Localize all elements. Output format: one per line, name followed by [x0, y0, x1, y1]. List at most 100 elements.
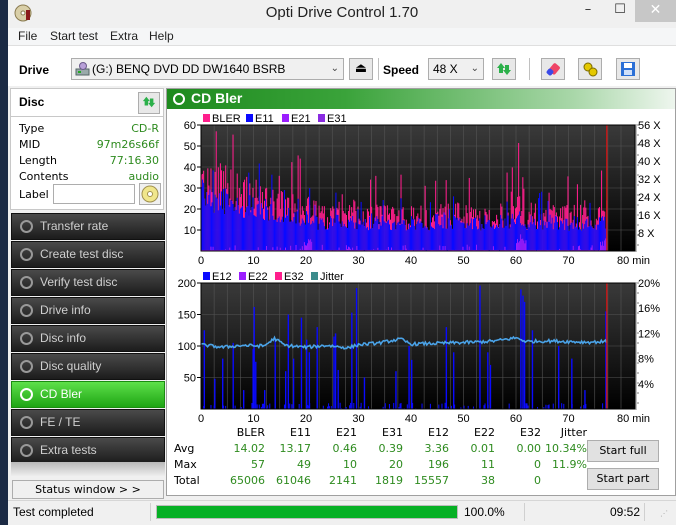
- menu-start-test[interactable]: Start test: [50, 29, 98, 43]
- bar-e12: [261, 403, 263, 409]
- status-window-button[interactable]: Status window > >: [12, 480, 164, 499]
- bar-e11: [566, 218, 568, 251]
- bar-e12: [523, 301, 526, 409]
- bar-e11: [388, 224, 390, 251]
- bar-e21: [295, 244, 297, 251]
- bar-e11: [597, 224, 599, 251]
- sidebar-item-extra-tests[interactable]: Extra tests: [11, 437, 165, 464]
- bar-e11: [279, 222, 281, 251]
- disc-label-input[interactable]: [53, 184, 135, 204]
- settings-button[interactable]: [578, 58, 602, 80]
- bar-e11: [448, 209, 450, 251]
- bar-e11: [257, 203, 259, 251]
- disc-refresh-button[interactable]: [138, 92, 160, 114]
- x-tick-label: 40: [405, 255, 417, 267]
- bar-e11: [469, 223, 471, 251]
- bar-e11: [539, 193, 541, 251]
- y2-tick-label: 48 X: [638, 138, 661, 150]
- sidebar-item-create-test-disc[interactable]: Create test disc: [11, 241, 165, 268]
- bar-e12: [441, 403, 443, 409]
- refresh-speed-button[interactable]: [492, 58, 516, 80]
- menu-file[interactable]: File: [18, 29, 37, 43]
- x-tick-label: 70: [562, 413, 574, 425]
- y-tick-label: 10: [184, 225, 196, 237]
- bar-e12: [584, 390, 586, 409]
- drive-select[interactable]: (G:) BENQ DVD DD DW1640 BSRB ⌄: [71, 58, 344, 80]
- bar-e11: [282, 221, 284, 251]
- sidebar-item-fe-te[interactable]: FE / TE: [11, 409, 165, 436]
- bar-e12: [298, 403, 300, 409]
- bar-e12: [395, 371, 397, 409]
- speed-select[interactable]: 48 X ⌄: [428, 58, 484, 80]
- stats-value: 196: [428, 458, 449, 471]
- bar-e11: [428, 230, 430, 251]
- bar-e21: [272, 247, 274, 251]
- bar-e11: [208, 194, 210, 251]
- bar-e11: [546, 227, 548, 251]
- y2-tick-label: 4%: [638, 379, 654, 391]
- bar-e11: [486, 222, 488, 251]
- bar-e11: [497, 226, 499, 251]
- bar-e11: [240, 207, 242, 251]
- bar-e21: [356, 245, 358, 251]
- legend-swatch: [203, 272, 210, 280]
- bar-e11: [542, 229, 544, 251]
- bar-e21: [310, 239, 312, 251]
- start-part-button[interactable]: Start part: [587, 468, 659, 490]
- bar-e11: [218, 193, 220, 251]
- bar-e11: [446, 228, 448, 251]
- eject-button[interactable]: ⏏: [349, 58, 373, 80]
- bar-e11: [580, 229, 582, 251]
- bar-e11: [443, 212, 445, 251]
- bar-e12: [489, 364, 492, 409]
- bar-e11: [526, 229, 528, 251]
- bar-e11: [324, 229, 326, 251]
- bar-e11: [296, 211, 298, 251]
- bar-e11: [483, 229, 485, 251]
- bar-e11: [344, 226, 346, 251]
- stats-row-label: Avg: [174, 442, 195, 455]
- y2-tick-label: 56 X: [638, 120, 661, 132]
- bar-e11: [289, 221, 291, 251]
- sidebar-item-cd-bler[interactable]: CD Bler: [11, 381, 165, 408]
- sidebar-item-drive-info[interactable]: Drive info: [11, 297, 165, 324]
- bar-e21: [504, 246, 506, 251]
- bar-e11: [330, 216, 332, 251]
- bar-e12: [210, 404, 212, 409]
- disc-key: Type: [19, 122, 45, 135]
- bar-e11: [477, 229, 479, 251]
- save-button[interactable]: [616, 58, 640, 80]
- bar-e21: [591, 245, 593, 251]
- bar-e11: [541, 191, 543, 251]
- sidebar-item-disc-info[interactable]: Disc info: [11, 325, 165, 352]
- cd-bler-panel: CD Bler BLER E11 E21 E31 10 20 30 40 50 60 0 10 20 30…: [166, 88, 676, 496]
- sidebar-item-verify-test-disc[interactable]: Verify test disc: [11, 269, 165, 296]
- bar-e11: [383, 221, 385, 251]
- start-full-button[interactable]: Start full: [587, 440, 659, 462]
- close-button[interactable]: ✕: [635, 0, 676, 22]
- stats-column-header: E31: [382, 426, 403, 439]
- bar-e11: [338, 221, 340, 251]
- erase-button[interactable]: [541, 58, 565, 80]
- sidebar-item-transfer-rate[interactable]: Transfer rate: [11, 213, 165, 240]
- maximize-button[interactable]: ☐: [605, 0, 635, 22]
- sidebar-item-disc-quality[interactable]: Disc quality: [11, 353, 165, 380]
- stats-value: 15557: [414, 474, 449, 487]
- bar-e12: [222, 358, 224, 409]
- bar-e11: [550, 223, 552, 251]
- minimize-button[interactable]: –: [573, 0, 603, 22]
- bar-e11: [415, 229, 417, 251]
- bar-e11: [243, 217, 245, 251]
- bar-e11: [271, 174, 273, 251]
- bar-e12: [232, 342, 234, 409]
- disc-label-button[interactable]: [139, 183, 161, 205]
- drive-icon: [75, 62, 90, 76]
- bar-e11: [454, 215, 456, 251]
- stats-value: 0.00: [516, 442, 542, 455]
- menu-help[interactable]: Help: [149, 29, 174, 43]
- resize-grip-icon[interactable]: ⋰: [660, 509, 668, 518]
- disc-tool-icon: [20, 220, 33, 233]
- bar-e11: [447, 218, 449, 251]
- disc-row-type: Type CD-R: [19, 122, 159, 137]
- menu-extra[interactable]: Extra: [110, 29, 138, 43]
